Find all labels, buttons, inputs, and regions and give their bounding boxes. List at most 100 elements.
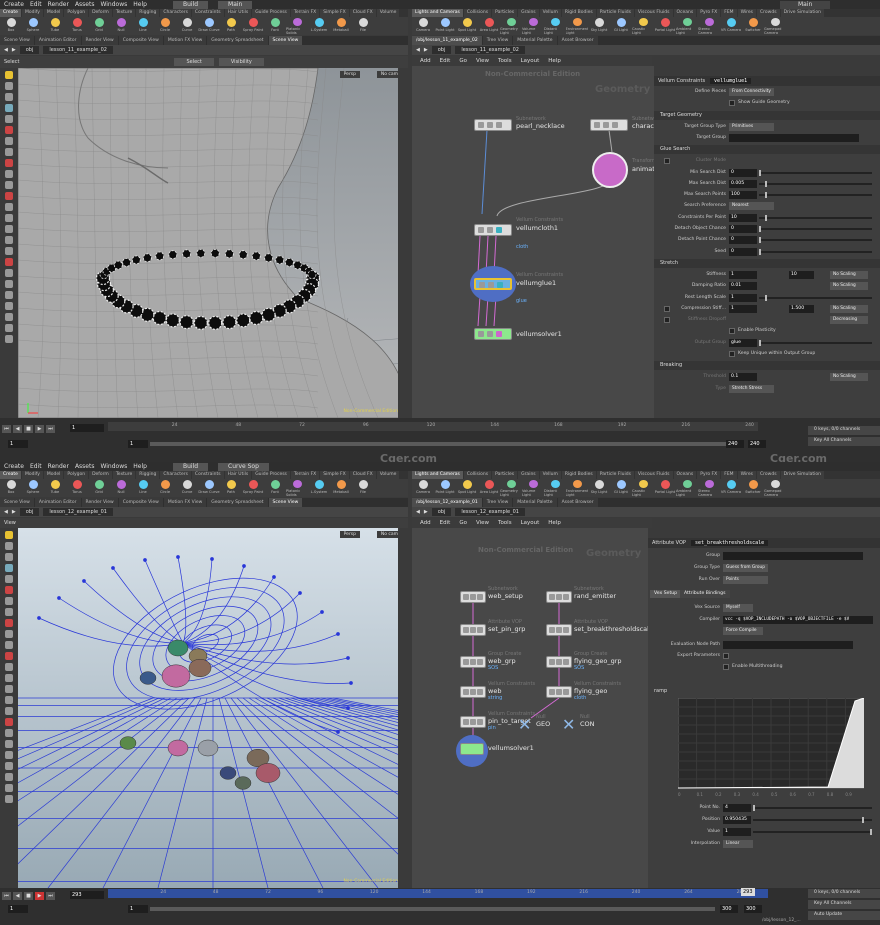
tool-circle[interactable]: Circle bbox=[154, 17, 176, 35]
side-tool-1-icon[interactable] bbox=[5, 82, 13, 90]
net-menu-add[interactable]: Add bbox=[420, 58, 431, 64]
path-crumb-obj[interactable]: obj bbox=[431, 46, 452, 54]
value-field[interactable]: 0 bbox=[729, 168, 757, 177]
side-tool-4-icon[interactable] bbox=[5, 575, 13, 583]
tab-vellum[interactable]: Vellum bbox=[539, 9, 561, 17]
tool-ambient-light[interactable]: Ambient Light bbox=[676, 17, 698, 35]
tool-volume-light[interactable]: Volume Light bbox=[522, 479, 544, 497]
node-set-breakthresholdscale[interactable] bbox=[546, 624, 572, 636]
value-field[interactable]: 1 bbox=[729, 293, 757, 302]
side-tool-1-icon[interactable] bbox=[5, 542, 13, 550]
tab-material-palette[interactable]: Material Palette bbox=[513, 36, 557, 45]
net-menu-help[interactable]: Help bbox=[548, 58, 561, 64]
tool-curve[interactable]: Curve bbox=[176, 17, 198, 35]
range-start-field[interactable]: 1 bbox=[128, 440, 148, 448]
menu-render[interactable]: Render bbox=[48, 463, 69, 470]
side-tool-7-icon[interactable] bbox=[5, 608, 13, 616]
back-icon[interactable]: ◀ bbox=[416, 509, 420, 515]
dropdown[interactable]: From Connectivity bbox=[729, 88, 774, 96]
tool-gi-light[interactable]: GI Light bbox=[610, 17, 632, 35]
tab-lights-and-cameras[interactable]: Lights and Cameras bbox=[412, 471, 463, 479]
slider-knob[interactable] bbox=[759, 339, 761, 346]
tab-composite-view[interactable]: Composite View bbox=[118, 36, 163, 45]
key-all-channels-button[interactable]: Key All Channels bbox=[808, 437, 880, 446]
tool-box[interactable]: Box bbox=[0, 479, 22, 497]
side-tool-20-icon[interactable] bbox=[5, 751, 13, 759]
tool-stereo-camera[interactable]: Stereo Camera bbox=[698, 17, 720, 35]
tool-switcher[interactable]: Switcher bbox=[742, 479, 764, 497]
tool-torus[interactable]: Torus bbox=[66, 17, 88, 35]
tab-rigid-bodies[interactable]: Rigid Bodies bbox=[561, 9, 596, 17]
slider-knob[interactable] bbox=[759, 169, 761, 176]
desktop-main-right[interactable]: Main bbox=[780, 0, 831, 9]
slider[interactable] bbox=[759, 248, 872, 255]
tab-wires[interactable]: Wires bbox=[737, 471, 757, 479]
compiler-field[interactable]: vcc -q $VOP_INCLUDEPATH -o $VOP_OBJECTFI… bbox=[723, 616, 873, 624]
tool-camera[interactable]: Camera bbox=[412, 479, 434, 497]
side-tool-22-icon[interactable] bbox=[5, 773, 13, 781]
section-breaking[interactable]: Breaking bbox=[654, 361, 880, 371]
side-tool-4-icon[interactable] bbox=[5, 115, 13, 123]
node-flag-icon[interactable] bbox=[470, 627, 476, 633]
value-field[interactable]: 100 bbox=[729, 191, 757, 200]
tab-animation-editor[interactable]: Animation Editor bbox=[34, 36, 81, 45]
side-tool-15-icon[interactable] bbox=[5, 696, 13, 704]
auto-update-button[interactable]: Auto Update bbox=[808, 911, 880, 920]
tool-geometry-light[interactable]: Geometry Light bbox=[500, 479, 522, 497]
tool-sky-light[interactable]: Sky Light bbox=[588, 479, 610, 497]
tab-motion-fx-view[interactable]: Motion FX View bbox=[163, 36, 207, 45]
tool-gamepad-camera[interactable]: Gamepad Camera bbox=[764, 17, 786, 35]
tool-grid[interactable]: Grid bbox=[88, 17, 110, 35]
tab-modify[interactable]: Modify bbox=[21, 471, 43, 479]
point-no-field[interactable]: 4 bbox=[723, 804, 751, 812]
menu-help[interactable]: Help bbox=[133, 1, 147, 8]
node-flying-geo-grp[interactable] bbox=[546, 656, 572, 668]
net-menu-add[interactable]: Add bbox=[420, 520, 431, 526]
side-tool-12-icon[interactable] bbox=[5, 203, 13, 211]
force-compile-button[interactable]: Force Compile bbox=[723, 627, 763, 635]
tab-lights-and-cameras[interactable]: Lights and Cameras bbox=[412, 9, 463, 17]
path-crumb-lesson[interactable]: lesson_12_example_01 bbox=[455, 508, 525, 516]
side-tool-2-icon[interactable] bbox=[5, 553, 13, 561]
path-crumb-lesson[interactable]: lesson_12_example_01 bbox=[43, 508, 113, 516]
forward-icon[interactable]: ▶ bbox=[12, 509, 16, 515]
side-tool-22-icon[interactable] bbox=[5, 313, 13, 321]
tab-tree-view[interactable]: Tree View bbox=[482, 36, 513, 45]
play-button[interactable]: ▶ bbox=[35, 425, 44, 433]
tab-fem[interactable]: FEM bbox=[721, 471, 737, 479]
tab-deform[interactable]: Deform bbox=[89, 471, 112, 479]
tab-pyro-fx[interactable]: Pyro FX bbox=[697, 471, 721, 479]
node-flag-icon[interactable] bbox=[477, 594, 483, 600]
enable-checkbox[interactable] bbox=[664, 305, 670, 312]
side-tool-16-icon[interactable] bbox=[5, 247, 13, 255]
node-flag-icon[interactable] bbox=[556, 659, 562, 665]
persp-camera-menu[interactable]: Persp bbox=[339, 71, 360, 78]
section-stretch[interactable]: Stretch bbox=[654, 258, 880, 268]
side-tool-24-icon[interactable] bbox=[5, 335, 13, 343]
scaling-dropdown[interactable]: No Scaling bbox=[830, 270, 868, 279]
tab-simple-fx[interactable]: Simple FX bbox=[320, 9, 349, 17]
tab-viscous-fluids[interactable]: Viscous Fluids bbox=[634, 471, 673, 479]
tool-platonic-solids[interactable]: Platonic Solids bbox=[286, 479, 308, 497]
back-icon[interactable]: ◀ bbox=[4, 47, 8, 53]
tool-environment-light[interactable]: Environment Light bbox=[566, 17, 588, 35]
tab-particles[interactable]: Particles bbox=[492, 9, 518, 17]
tab-texture[interactable]: Texture bbox=[112, 9, 136, 17]
start-frame-field[interactable]: 1 bbox=[8, 905, 28, 913]
value-field[interactable]: glue bbox=[729, 338, 757, 347]
end-frame-field[interactable]: 240 bbox=[748, 440, 766, 448]
tab-vex-setup[interactable]: Vex Setup bbox=[650, 590, 682, 598]
network-editor[interactable]: Non-Commercial Edition Geometry Subnetwo… bbox=[412, 528, 648, 888]
node-flag-icon[interactable] bbox=[556, 689, 562, 695]
side-tool-17-icon[interactable] bbox=[5, 718, 13, 726]
side-tool-14-icon[interactable] bbox=[5, 685, 13, 693]
tab-oceans[interactable]: Oceans bbox=[673, 9, 697, 17]
tool-spot-light[interactable]: Spot Light bbox=[456, 479, 478, 497]
tool-spray-paint[interactable]: Spray Paint bbox=[242, 17, 264, 35]
tool-geometry-light[interactable]: Geometry Light bbox=[500, 17, 522, 35]
tab-asset-browser[interactable]: Asset Browser bbox=[557, 36, 598, 45]
enable-checkbox[interactable] bbox=[664, 317, 670, 324]
side-tool-19-icon[interactable] bbox=[5, 280, 13, 288]
target-group-field[interactable] bbox=[729, 133, 859, 142]
jump-start-button[interactable]: ⏮ bbox=[2, 425, 11, 433]
